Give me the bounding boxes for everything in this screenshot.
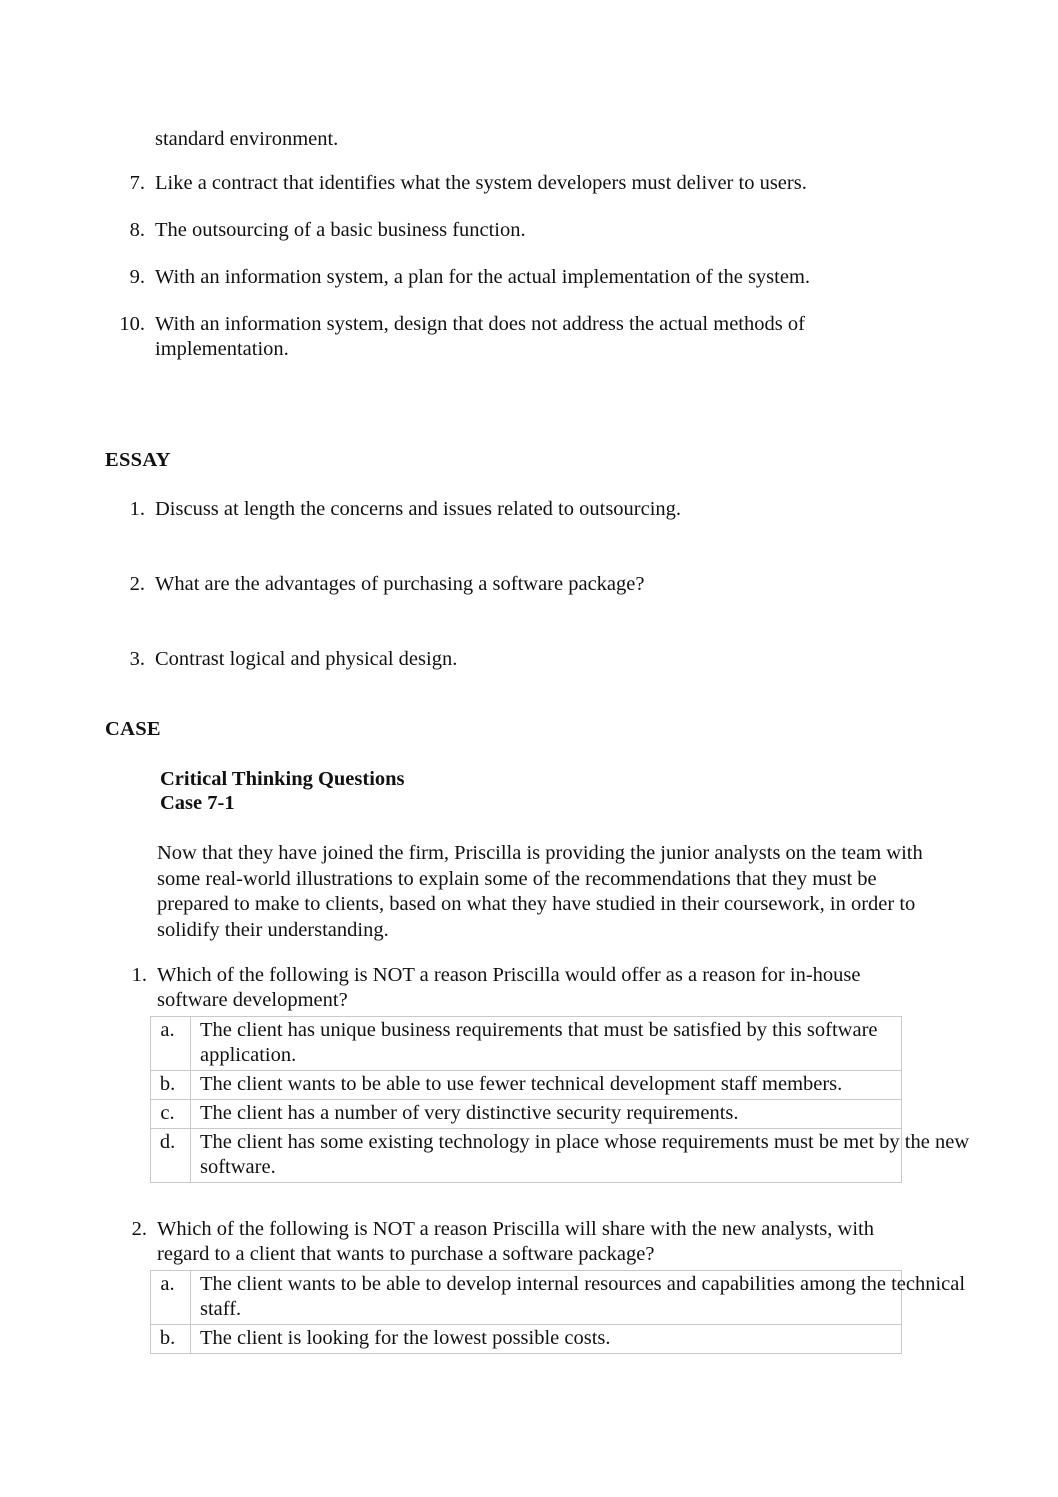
option-text-inner: The client has unique business requireme…	[200, 1019, 878, 1066]
list-item-number: 3.	[129, 648, 145, 670]
list-item-text: Like a contract that identifies what the…	[155, 172, 807, 194]
option-letter: c.	[150, 1099, 191, 1129]
list-item: 3. Contrast logical and physical design.	[0, 647, 1058, 672]
table-row: a. The client wants to be able to develo…	[150, 1270, 965, 1325]
table-row: c. The client has a number of very disti…	[150, 1099, 902, 1129]
list-item: 8. The outsourcing of a basic business f…	[0, 218, 1058, 243]
answer-options-table: a. The client has unique business requir…	[150, 1016, 969, 1183]
list-item-number: 2.	[129, 573, 145, 595]
option-text-inner: The client wants to be able to develop i…	[200, 1273, 966, 1320]
list-item-text: With an information system, a plan for t…	[155, 266, 811, 288]
option-text: The client has a number of very distinct…	[190, 1099, 902, 1129]
matching-items-list: 7. Like a contract that identifies what …	[0, 171, 1058, 384]
list-item-text: With an information system, design that …	[155, 313, 805, 360]
list-item: 10. With an information system, design t…	[0, 312, 1058, 362]
option-letter: a.	[150, 1016, 191, 1071]
list-item-text: What are the advantages of purchasing a …	[155, 573, 645, 595]
list-item: 2. What are the advantages of purchasing…	[0, 572, 1058, 597]
table-row: a. The client has unique business requir…	[150, 1016, 902, 1071]
list-item: 9. With an information system, a plan fo…	[0, 265, 1058, 290]
option-text: The client wants to be able to develop i…	[190, 1270, 965, 1325]
option-letter: a.	[150, 1270, 191, 1325]
list-item-text: Discuss at length the concerns and issue…	[155, 498, 682, 520]
table-row: b. The client is looking for the lowest …	[150, 1324, 902, 1354]
section-heading-case: CASE	[105, 718, 161, 740]
essay-items-list: 1. Discuss at length the concerns and is…	[0, 497, 1058, 722]
case-subheading: Critical Thinking Questions	[160, 768, 405, 790]
list-item-number: 9.	[129, 266, 145, 288]
case-label: Case 7-1	[160, 792, 235, 814]
case-question-1: 1. Which of the following is NOT a reaso…	[0, 963, 1058, 1183]
section-heading-essay: ESSAY	[105, 449, 171, 471]
list-item-number: 1.	[129, 498, 145, 520]
option-letter: d.	[150, 1128, 191, 1183]
question-number: 2.	[131, 1218, 147, 1240]
option-text: The client has unique business requireme…	[190, 1016, 902, 1071]
continued-text-fragment: standard environment.	[155, 128, 339, 150]
case-intro-paragraph: Now that they have joined the firm, Pris…	[157, 842, 923, 941]
list-item: 1. Discuss at length the concerns and is…	[0, 497, 1058, 522]
list-item-number: 10.	[119, 313, 145, 335]
list-item-text: The outsourcing of a basic business func…	[155, 219, 526, 241]
list-item-text: Contrast logical and physical design.	[155, 648, 458, 670]
question-text: Which of the following is NOT a reason P…	[157, 964, 861, 1011]
table-row: d. The client has some existing technolo…	[150, 1128, 969, 1183]
option-text-inner: The client has some existing technology …	[200, 1131, 970, 1178]
option-letter: b.	[150, 1324, 191, 1354]
question-line: 2. Which of the following is NOT a reaso…	[0, 1217, 1058, 1267]
question-number: 1.	[131, 964, 147, 986]
option-text: The client has some existing technology …	[190, 1128, 969, 1183]
table-row: b. The client wants to be able to use fe…	[150, 1070, 902, 1100]
list-item-number: 8.	[129, 219, 145, 241]
option-text: The client is looking for the lowest pos…	[190, 1324, 902, 1354]
case-question-2: 2. Which of the following is NOT a reaso…	[0, 1217, 1058, 1354]
option-text: The client wants to be able to use fewer…	[190, 1070, 902, 1100]
list-item: 7. Like a contract that identifies what …	[0, 171, 1058, 196]
question-line: 1. Which of the following is NOT a reaso…	[0, 963, 1058, 1013]
answer-options-table: a. The client wants to be able to develo…	[150, 1270, 965, 1354]
document-page: standard environment. 7. Like a contract…	[0, 0, 1058, 1497]
option-letter: b.	[150, 1070, 191, 1100]
list-item-number: 7.	[129, 172, 145, 194]
question-text: Which of the following is NOT a reason P…	[157, 1218, 874, 1265]
